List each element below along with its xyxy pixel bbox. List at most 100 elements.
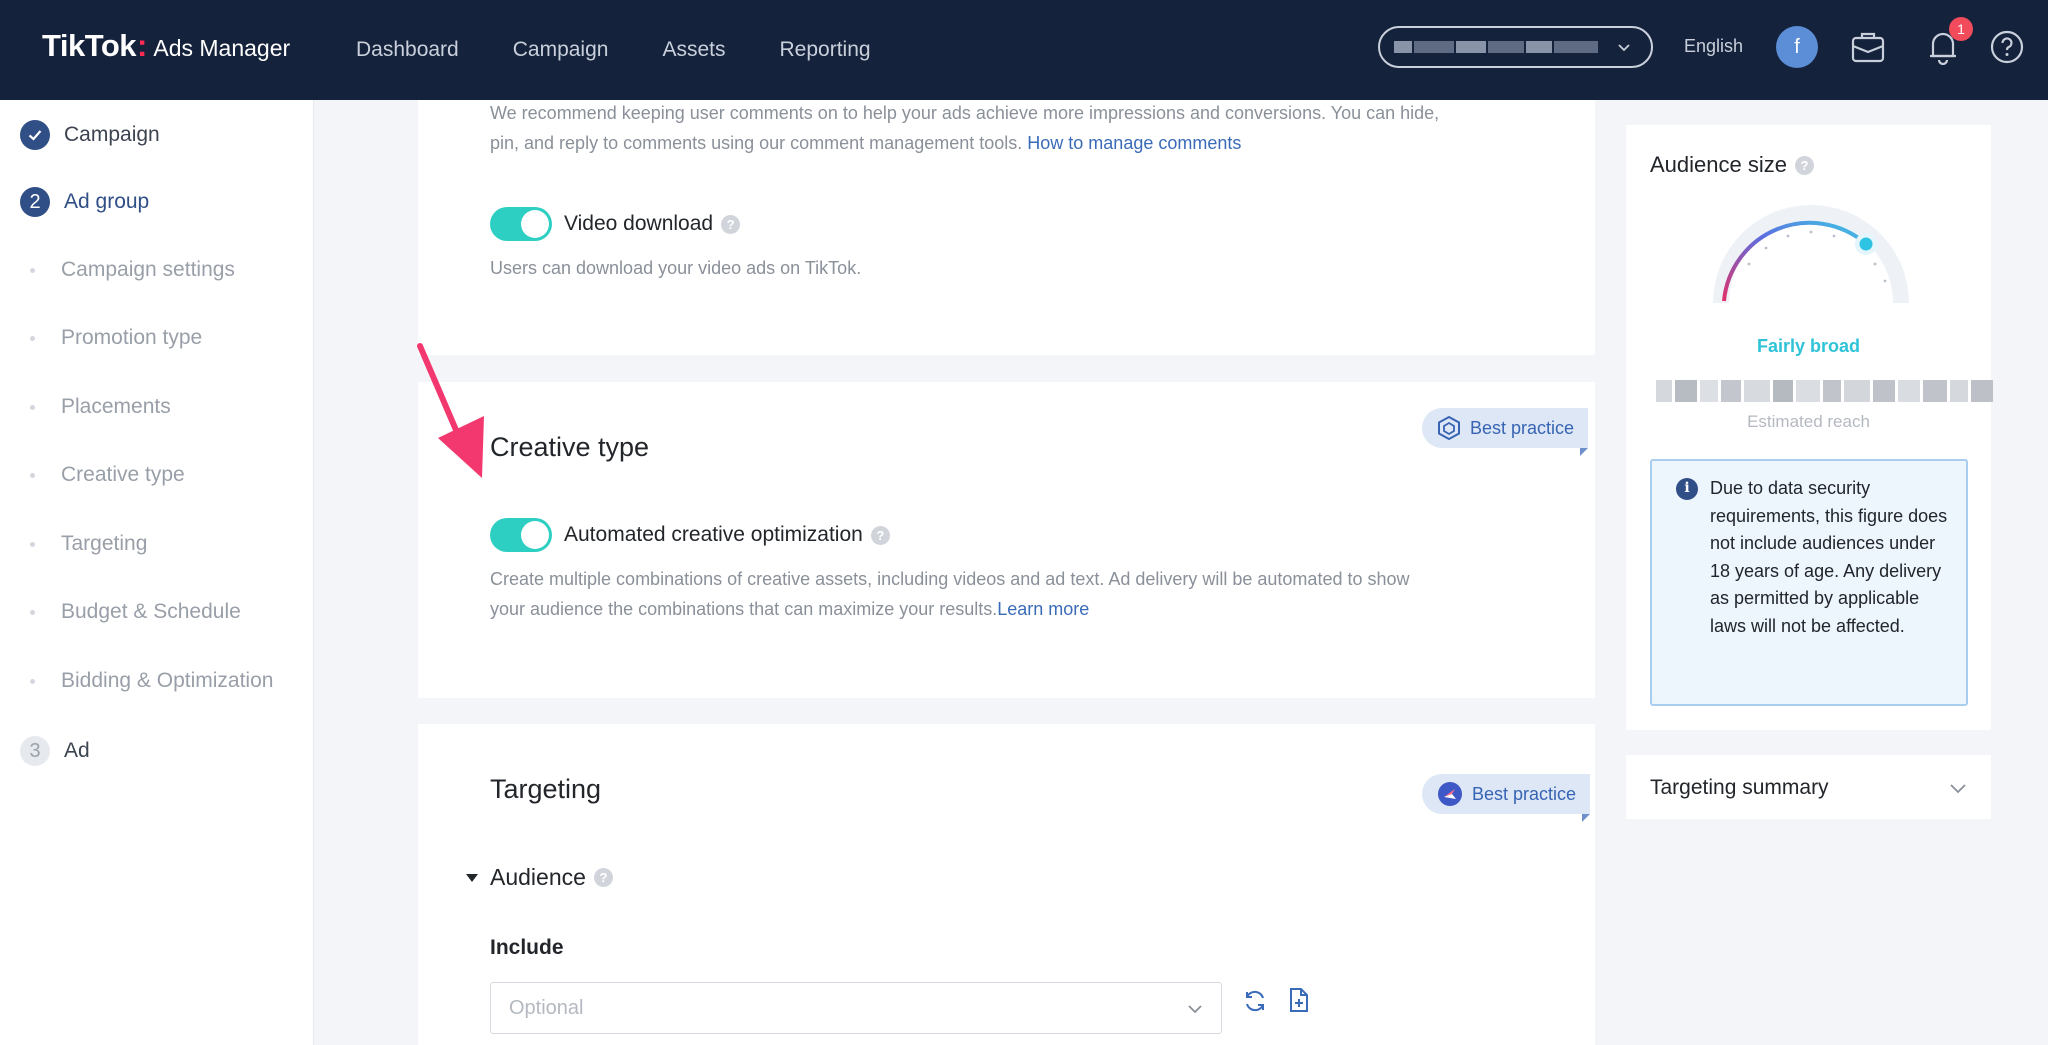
- redacted-account-name: [1394, 41, 1598, 53]
- sidebar-item-label: Budget & Schedule: [61, 600, 241, 623]
- nav-reporting[interactable]: Reporting: [780, 38, 871, 62]
- badge-fold: [1580, 448, 1589, 456]
- chevron-down-icon: [1950, 784, 1966, 794]
- tiktok-ads-manager-logo[interactable]: TikTok: Ads Manager: [42, 28, 290, 64]
- badge-fold: [1582, 814, 1591, 822]
- avatar[interactable]: f: [1776, 26, 1818, 68]
- desc-text: Create multiple combinations of creative…: [490, 569, 1410, 589]
- targeting-title: Targeting: [490, 774, 602, 804]
- nav-dashboard[interactable]: Dashboard: [356, 38, 459, 62]
- estimated-reach-label: Estimated reach: [1747, 412, 1870, 431]
- logo-product: Ads Manager: [153, 35, 291, 61]
- chevron-down-icon: [1618, 44, 1630, 52]
- bullet-dot: [30, 335, 35, 341]
- bullet-dot: [30, 678, 35, 684]
- audience-label: Audience: [490, 864, 586, 890]
- bullet-dot: [30, 541, 35, 547]
- toggle-knob: [521, 521, 549, 549]
- logo-colon: :: [137, 28, 148, 63]
- sidebar-item-creative-type[interactable]: Creative type: [30, 463, 185, 487]
- help-circle-icon[interactable]: [1988, 28, 2026, 66]
- audience-gauge: [1713, 205, 1909, 304]
- nav-assets[interactable]: Assets: [662, 38, 725, 62]
- include-placeholder: Optional: [509, 996, 584, 1019]
- desc-text: pin, and reply to comments using our com…: [490, 133, 1028, 153]
- bullet-dot: [30, 609, 35, 615]
- add-file-icon[interactable]: [1286, 986, 1312, 1014]
- step-label: Ad group: [64, 190, 150, 213]
- account-selector[interactable]: [1378, 26, 1653, 68]
- sidebar-item-label: Creative type: [61, 463, 185, 486]
- step-label: Ad: [64, 739, 90, 762]
- comments-description: We recommend keeping user comments on to…: [490, 98, 1550, 158]
- audience-size-title: Audience size: [1650, 152, 1787, 177]
- include-label: Include: [490, 936, 564, 959]
- desc-text: your audience the combinations that can …: [490, 599, 998, 619]
- sidebar-item-bidding-optimization[interactable]: Bidding & Optimization: [30, 669, 273, 693]
- sidebar-item-label: Promotion type: [61, 326, 203, 349]
- data-security-notice: i Due to data security requirements, thi…: [1650, 459, 1968, 706]
- creative-type-title: Creative type: [490, 432, 650, 462]
- top-nav-bar: TikTok: Ads Manager Dashboard Campaign As…: [0, 0, 2048, 100]
- toggle-knob: [521, 210, 549, 238]
- targeting-card: Targeting Best practice Audience ? Inclu…: [418, 724, 1595, 1045]
- audience-size-header: Audience size ?: [1650, 152, 1814, 178]
- help-icon[interactable]: ?: [721, 214, 741, 234]
- sidebar-item-budget-schedule[interactable]: Budget & Schedule: [30, 600, 241, 624]
- compass-icon: [1438, 782, 1462, 806]
- language-switcher[interactable]: English: [1684, 36, 1743, 57]
- desc-text: We recommend keeping user comments on to…: [490, 103, 1440, 123]
- video-download-label: Video download: [564, 212, 714, 235]
- how-to-manage-comments-link[interactable]: How to manage comments: [1027, 133, 1241, 153]
- creative-type-card: Creative type Best practice Automated cr…: [418, 382, 1595, 698]
- audience-level-label: Fairly broad: [1756, 336, 1861, 356]
- learn-more-link[interactable]: Learn more: [997, 599, 1089, 619]
- sidebar-item-placements[interactable]: Placements: [30, 395, 171, 419]
- redacted-reach-value: [1656, 380, 1993, 402]
- sidebar-item-targeting[interactable]: Targeting: [30, 532, 147, 556]
- audience-size-panel: Audience size ? Fairly broad Estimated r…: [1626, 125, 1993, 730]
- step-ad-group[interactable]: 2 Ad group: [20, 187, 149, 217]
- sidebar-item-label: Campaign settings: [61, 258, 235, 281]
- sidebar-item-label: Bidding & Optimization: [61, 669, 274, 692]
- bullet-dot: [30, 267, 35, 273]
- annotation-arrow: [417, 343, 484, 478]
- step-ad[interactable]: 3 Ad: [20, 736, 90, 766]
- logo-brand: TikTok: [42, 28, 137, 63]
- help-icon[interactable]: ?: [593, 868, 613, 887]
- briefcase-icon[interactable]: [1849, 28, 1887, 66]
- sidebar-item-promotion-type[interactable]: Promotion type: [30, 326, 202, 350]
- step-sidebar: Campaign 2 Ad group Campaign settings Pr…: [0, 100, 314, 1045]
- notice-text: Due to data security requirements, this …: [1710, 478, 1948, 636]
- info-icon: i: [1676, 478, 1698, 500]
- step-number: 3: [20, 736, 50, 766]
- video-download-toggle[interactable]: [490, 207, 552, 241]
- main-nav: Dashboard Campaign Assets Reporting: [356, 0, 925, 100]
- audience-section-toggle[interactable]: Audience ?: [464, 864, 613, 891]
- nav-campaign[interactable]: Campaign: [513, 38, 609, 62]
- notification-badge: 1: [1949, 17, 1973, 41]
- step-campaign[interactable]: Campaign: [20, 120, 160, 150]
- best-practice-label: Best practice: [1470, 417, 1575, 438]
- interaction-settings-card: We recommend keeping user comments on to…: [418, 100, 1595, 355]
- refresh-icon[interactable]: [1242, 988, 1268, 1014]
- video-download-row: Video download ?: [490, 207, 741, 241]
- include-audience-select[interactable]: Optional: [490, 982, 1222, 1034]
- help-icon[interactable]: ?: [1794, 155, 1814, 175]
- targeting-summary-label: Targeting summary: [1650, 776, 1829, 799]
- sidebar-item-campaign-settings[interactable]: Campaign settings: [30, 258, 235, 282]
- bullet-dot: [30, 472, 35, 478]
- check-icon: [20, 120, 50, 150]
- best-practice-badge[interactable]: Best practice: [1422, 774, 1591, 822]
- aco-row: Automated creative optimization ?: [490, 518, 890, 552]
- cube-icon: [1438, 415, 1460, 441]
- aco-description: Create multiple combinations of creative…: [490, 564, 1550, 624]
- step-label: Campaign: [64, 123, 160, 146]
- automated-creative-optimization-toggle[interactable]: [490, 518, 552, 552]
- caret-down-icon: [466, 873, 478, 882]
- sidebar-item-label: Targeting: [61, 532, 148, 555]
- best-practice-badge[interactable]: Best practice: [1422, 408, 1589, 456]
- help-icon[interactable]: ?: [870, 525, 890, 545]
- aco-label: Automated creative optimization: [564, 523, 863, 546]
- targeting-summary-panel[interactable]: Targeting summary: [1626, 755, 1991, 819]
